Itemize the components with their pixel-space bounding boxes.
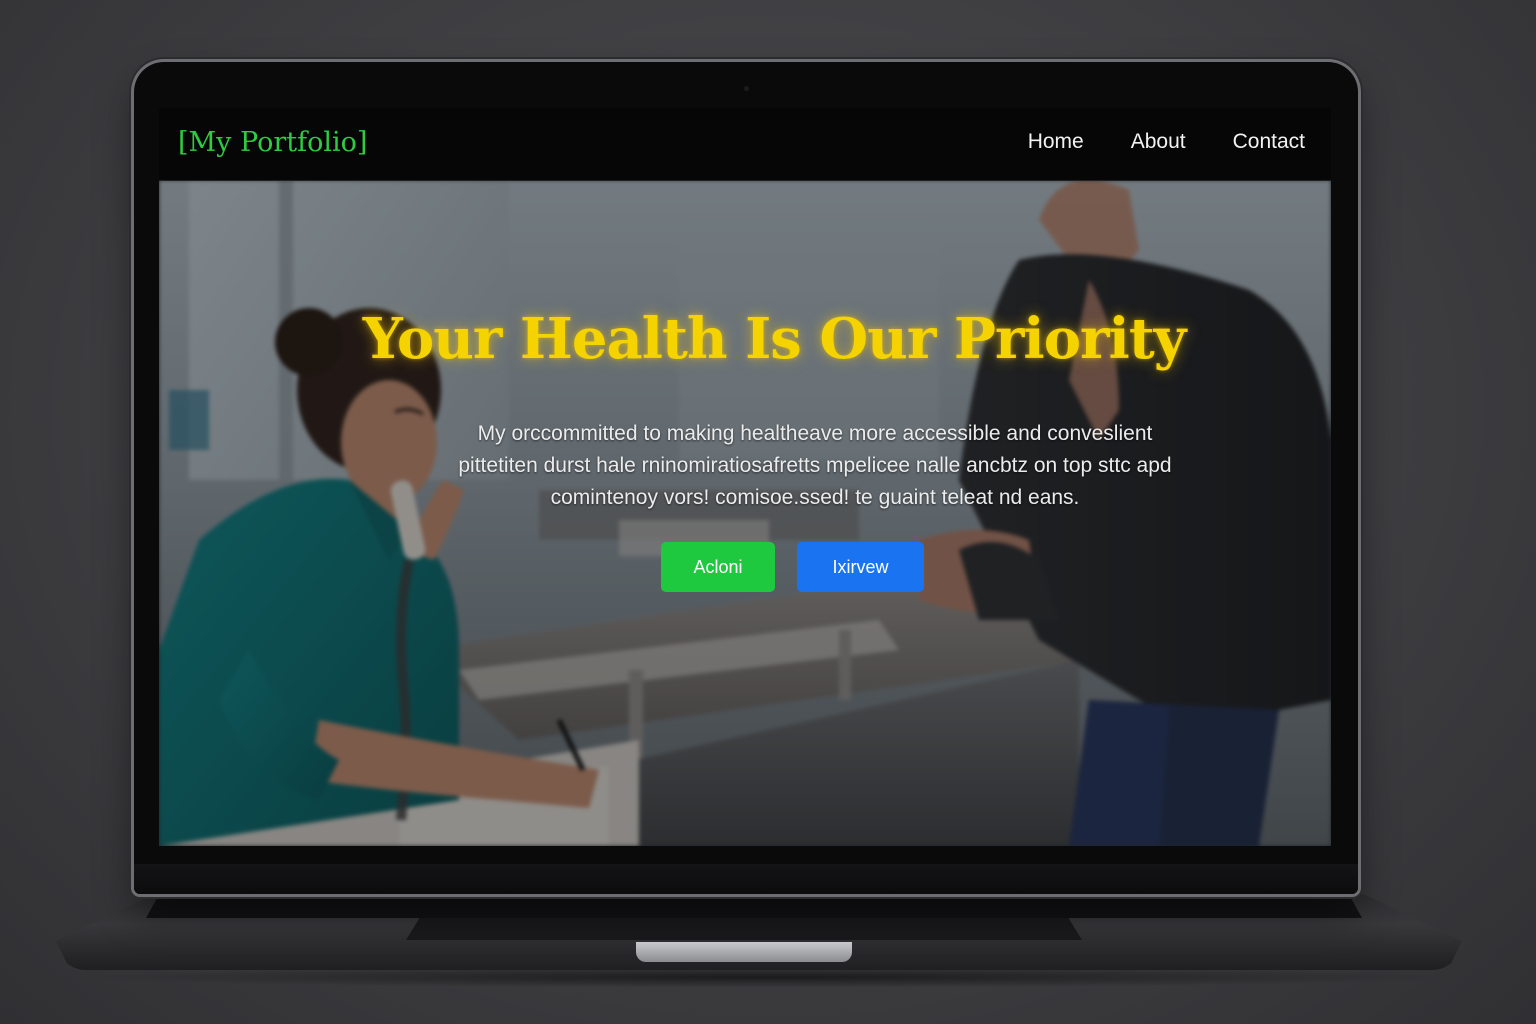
lid-bezel-bottom: [134, 864, 1358, 894]
nav-link-contact[interactable]: Contact: [1233, 130, 1305, 154]
nav-link-about[interactable]: About: [1131, 130, 1186, 154]
brand-logo[interactable]: [My Portfolio]: [178, 127, 367, 158]
hero-description-line: comintenoy vors! comisoe.ssed! te guaint…: [550, 486, 1080, 509]
primary-action-button[interactable]: Acloni: [661, 542, 775, 592]
nav-menu: Home About Contact: [1028, 130, 1305, 154]
laptop-keyboard-edge: [146, 896, 1362, 918]
hero-button-group: Acloni Ixirvew: [661, 542, 924, 592]
webcam-icon: [744, 86, 749, 91]
laptop-opening-notch: [636, 942, 852, 962]
hero-section: Your Health Is Our Priority My orccommit…: [159, 180, 1331, 846]
site-navbar: [My Portfolio] Home About Contact: [159, 108, 1331, 181]
hero-description-line: My orccommitted to making healtheave mor…: [477, 422, 1153, 445]
secondary-action-button[interactable]: Ixirvew: [797, 542, 924, 592]
laptop-screen: [My Portfolio] Home About Contact Your H…: [159, 108, 1331, 846]
hero-content: Your Health Is Our Priority My orccommit…: [159, 180, 1331, 846]
hero-description-line: pittetiten durst hale rninomiratiosafret…: [458, 454, 1172, 477]
hero-title: Your Health Is Our Priority: [362, 306, 1187, 372]
nav-link-home[interactable]: Home: [1028, 130, 1084, 154]
hero-description: My orccommitted to making healtheave mor…: [405, 418, 1225, 514]
laptop-trackpad-edge: [406, 918, 1082, 940]
